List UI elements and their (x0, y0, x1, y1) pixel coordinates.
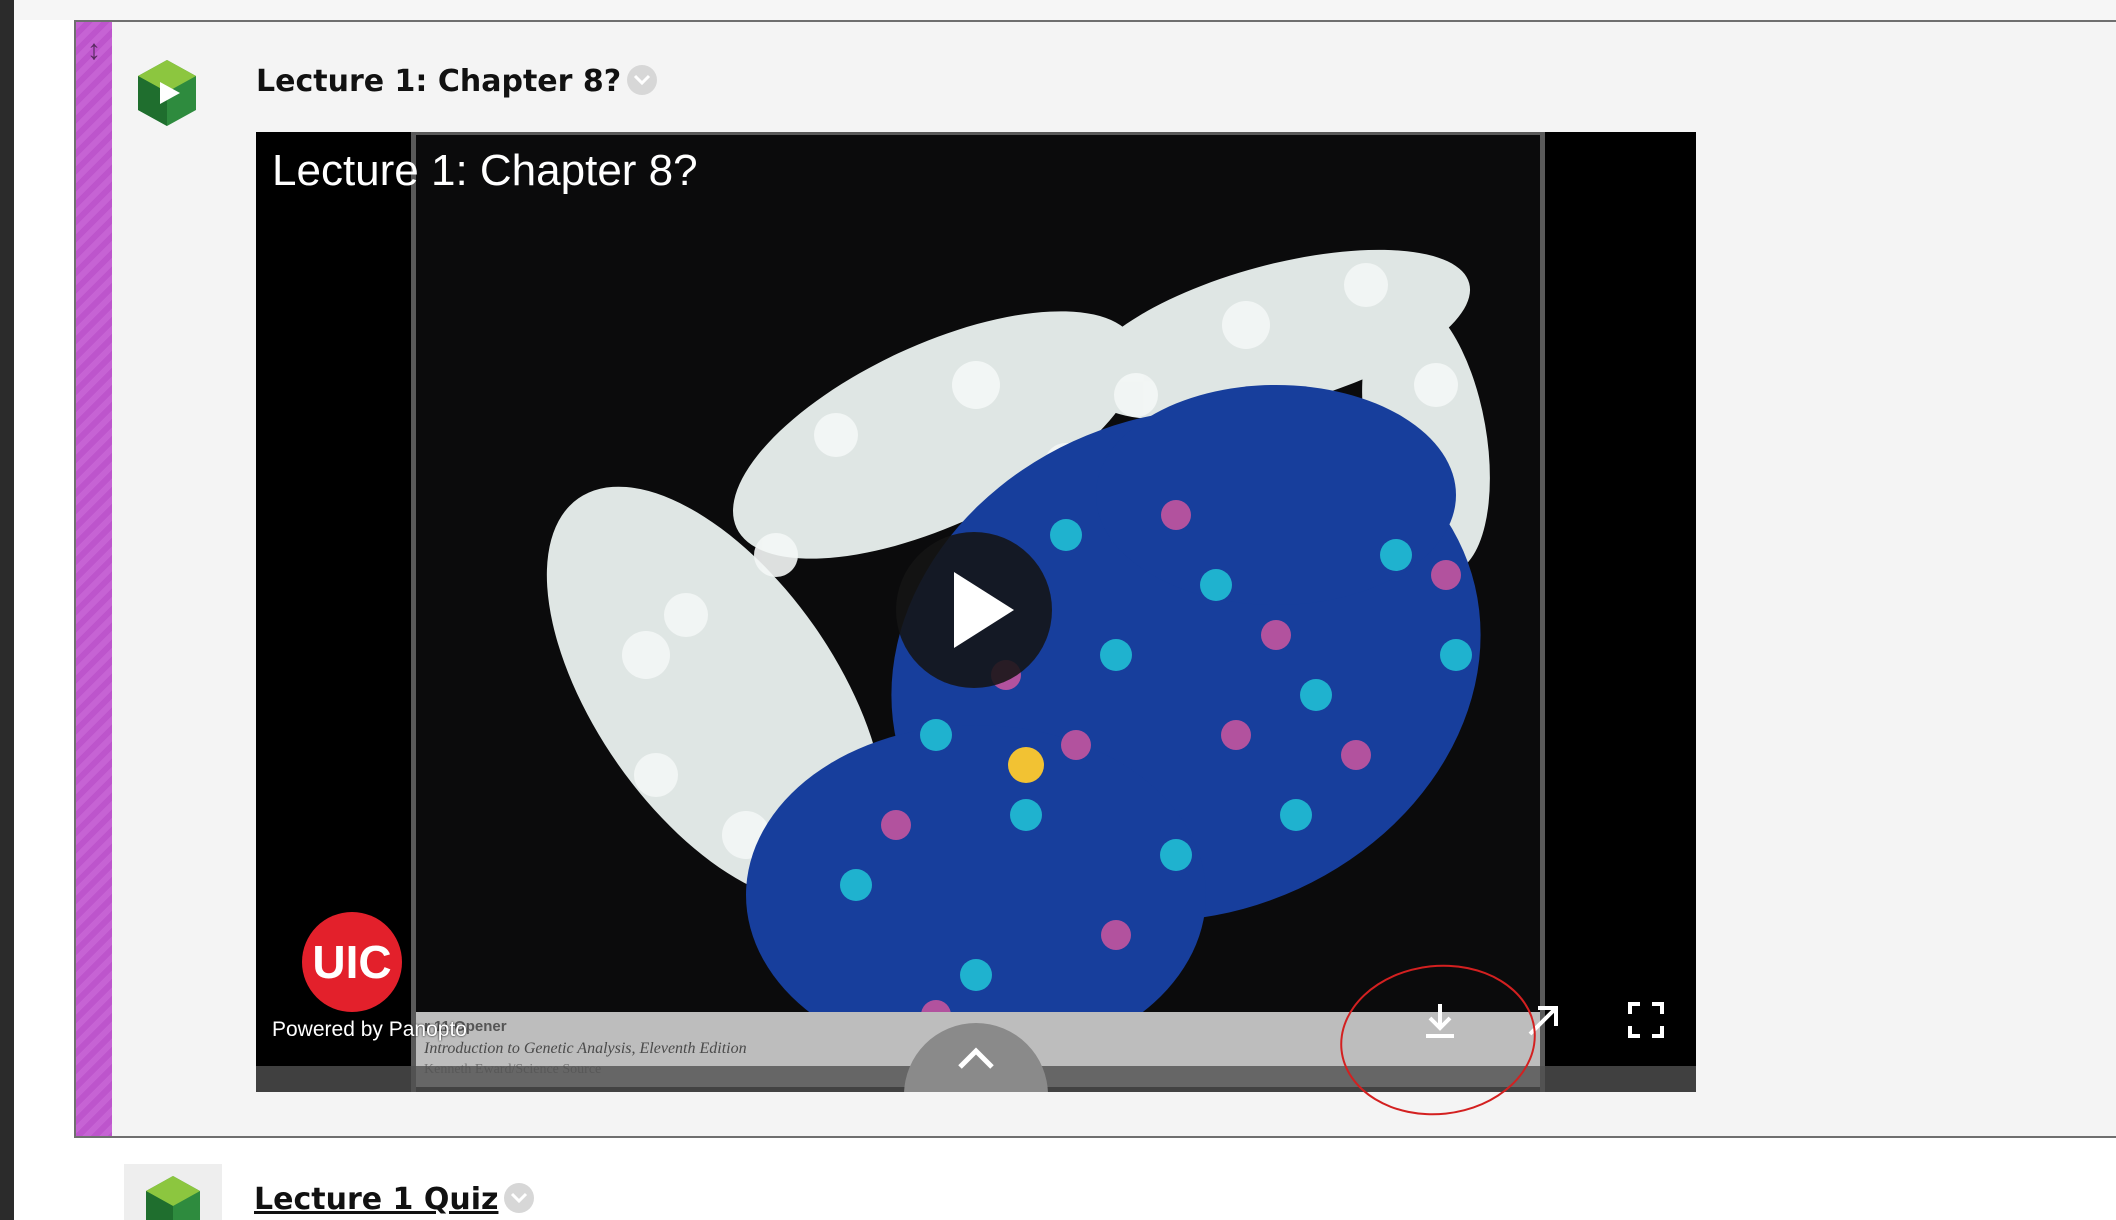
content-item-panel: ↕ Lecture 1: Chapter 8? r 11 Opener Intr… (74, 20, 2116, 1138)
left-window-edge (0, 0, 14, 1220)
quiz-title: Lecture 1 Quiz (254, 1182, 535, 1217)
page-margin (14, 0, 74, 1220)
quiz-icon-box (124, 1164, 222, 1220)
panopto-logo-icon (138, 60, 196, 126)
video-title: Lecture 1: Chapter 8? (272, 146, 698, 195)
chevron-up-icon (958, 1047, 994, 1069)
item-title: Lecture 1: Chapter 8? (256, 64, 658, 99)
play-icon (954, 572, 1014, 648)
chevron-down-icon (511, 1192, 528, 1203)
reorder-drag-bar[interactable]: ↕ (76, 22, 112, 1136)
item-options-button[interactable] (627, 64, 658, 95)
top-strip (14, 0, 2116, 20)
play-button[interactable] (896, 532, 1052, 688)
powered-by-panopto[interactable]: Powered by Panopto (272, 1018, 467, 1042)
quiz-options-button[interactable] (504, 1182, 535, 1213)
uic-logo: UIC (302, 912, 402, 1012)
item-title-text[interactable]: Lecture 1: Chapter 8? (256, 64, 621, 99)
panopto-video-player[interactable]: r 11 Opener Introduction to Genetic Anal… (256, 132, 1696, 1092)
fullscreen-icon[interactable] (1626, 1000, 1666, 1040)
panopto-logo-icon (146, 1176, 200, 1220)
content-item-quiz: Lecture 1 Quiz (74, 1140, 2116, 1220)
drag-handle-icon[interactable]: ↕ (82, 30, 106, 70)
quiz-title-link[interactable]: Lecture 1 Quiz (254, 1182, 498, 1217)
chevron-down-icon (634, 74, 651, 85)
slide-caption-line2: Introduction to Genetic Analysis, Eleven… (424, 1040, 747, 1057)
